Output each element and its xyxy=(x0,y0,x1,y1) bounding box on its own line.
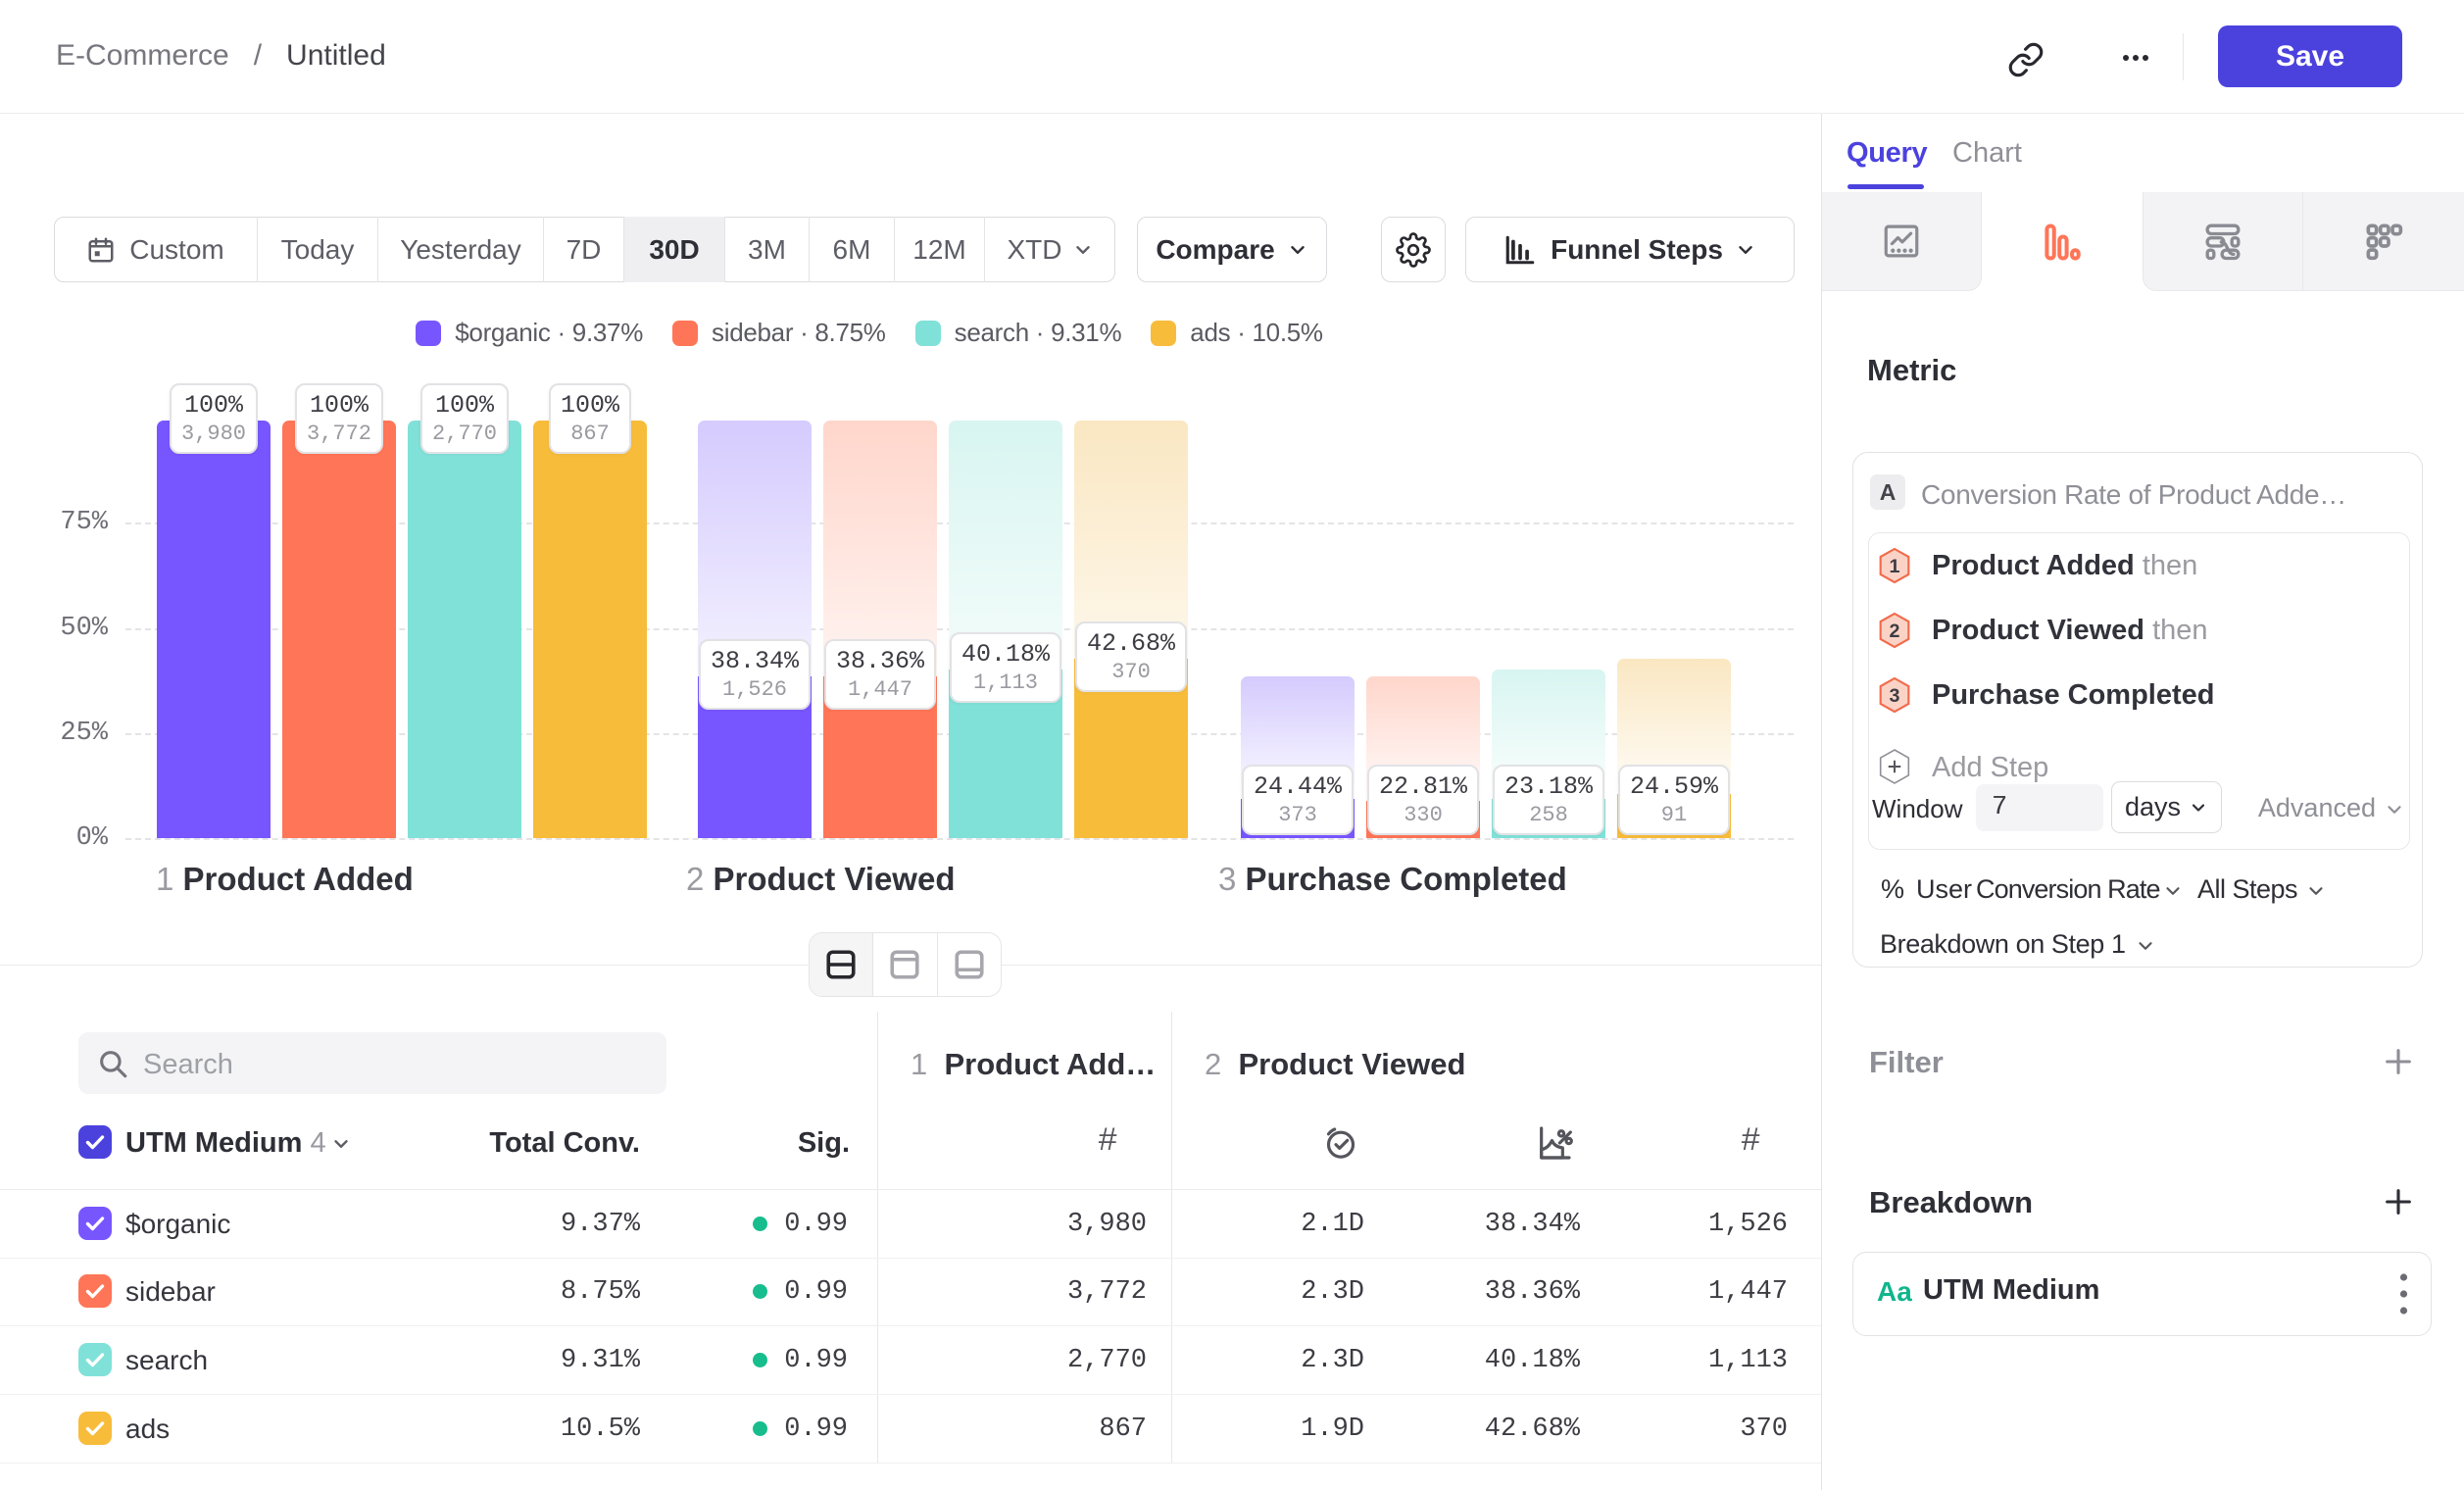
svg-text:3: 3 xyxy=(1890,685,1900,707)
svg-text:1: 1 xyxy=(1890,556,1900,577)
svg-text:2: 2 xyxy=(1890,621,1900,642)
